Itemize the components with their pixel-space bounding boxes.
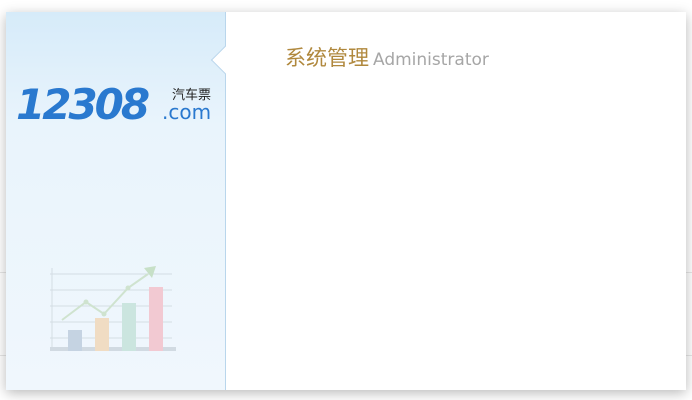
- sidebar: 12308 汽车票 .com: [6, 12, 226, 390]
- logo-domain-text: .com: [162, 100, 212, 124]
- logo: 12308 汽车票 .com: [16, 82, 216, 128]
- growth-bar-chart-icon: [50, 266, 176, 351]
- page-title-english: Administrator: [373, 50, 489, 70]
- page-title-chinese: 系统管理: [285, 46, 369, 70]
- logo-number: 12308: [16, 80, 150, 129]
- login-panel: 12308 汽车票 .com 系统管理 Administrator: [6, 12, 686, 390]
- page-title: 系统管理 Administrator: [285, 42, 489, 72]
